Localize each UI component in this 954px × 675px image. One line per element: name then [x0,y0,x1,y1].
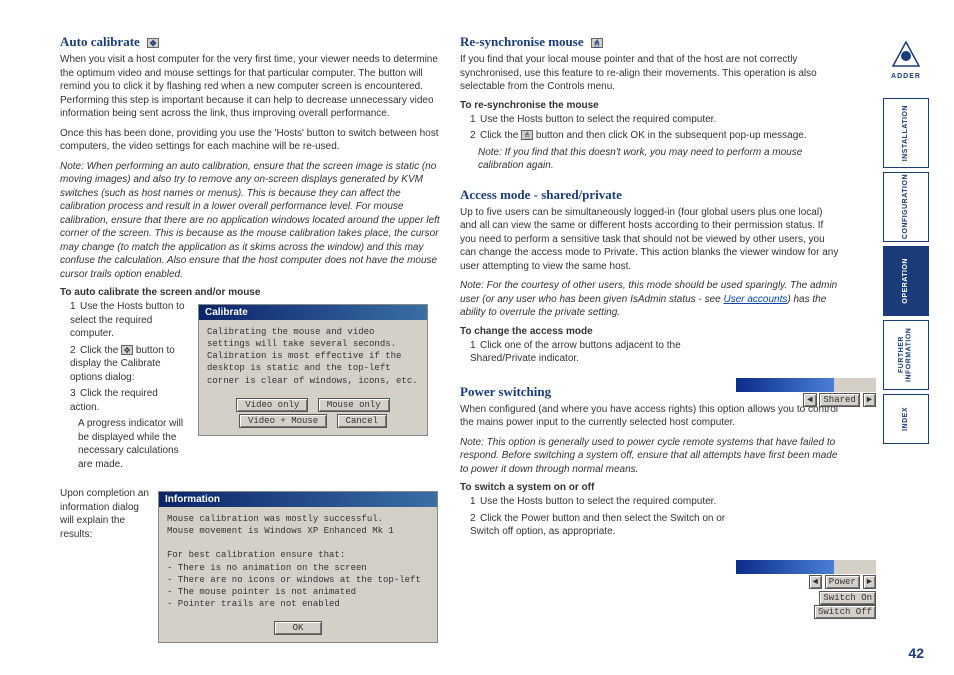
prev-arrow-button[interactable]: ◄ [809,575,822,589]
next-arrow-button[interactable]: ► [863,393,876,407]
resync-step-1: 1Use the Hosts button to select the requ… [470,113,840,127]
switch-off-button[interactable]: Switch Off [814,605,876,619]
mouse-icon: 🖰 [591,38,603,48]
subhead-switch-system: To switch a system on or off [460,482,840,493]
tab-further-information[interactable]: FURTHER INFORMATION [883,320,929,390]
page-number: 42 [908,645,924,661]
information-dialog: Information Mouse calibration was mostly… [158,491,438,643]
step-3: 3Click the required action. [70,387,190,414]
ribbon-decoration [736,560,876,574]
switch-on-button[interactable]: Switch On [819,591,876,605]
step-2: 2Click the ✥ button to display the Calib… [70,344,190,385]
shared-private-widget: ◄ Shared ► [803,393,876,407]
user-accounts-link[interactable]: User accounts [723,294,787,305]
power-step-1: 1Use the Hosts button to select the requ… [470,495,840,509]
power-indicator: Power [825,575,860,589]
next-arrow-button[interactable]: ► [863,575,876,589]
heading-access-mode: Access mode - shared/private [460,187,840,203]
access-mode-note: Note: For the courtesy of other users, t… [460,279,840,320]
video-mouse-button[interactable]: Video + Mouse [239,414,327,428]
heading-auto-calibrate: Auto calibrate ✥ [60,34,440,50]
access-step-1: 1Click one of the arrow buttons adjacent… [470,339,730,366]
tab-index[interactable]: INDEX [883,394,929,444]
power-widget: ◄ Power ► Switch On Switch Off [809,575,876,619]
left-column: Auto calibrate ✥ When you visit a host c… [60,30,460,647]
auto-calibrate-intro: When you visit a host computer for the v… [60,53,440,121]
heading-resync-mouse: Re-synchronise mouse 🖰 [460,34,840,50]
information-dialog-body: Mouse calibration was mostly successful.… [159,507,437,616]
calibrate-button-icon: ✥ [121,345,133,355]
tab-operation[interactable]: OPERATION [883,246,929,316]
power-step-2: 2Click the Power button and then select … [470,512,750,539]
auto-calibrate-reuse: Once this has been done, providing you u… [60,127,440,154]
completion-text: Upon completion an information dialog wi… [60,487,150,541]
calibrate-dialog-body: Calibrating the mouse and video settings… [199,320,427,393]
auto-calibrate-note: Note: When performing an auto calibratio… [60,160,440,282]
tab-configuration[interactable]: CONFIGURATION [883,172,929,242]
sidebar-tabs: ADDER INSTALLATION CONFIGURATION OPERATI… [882,40,930,448]
resync-note: Note: If you find that this doesn't work… [460,146,840,173]
mouse-only-button[interactable]: Mouse only [318,398,390,412]
access-mode-intro: Up to five users can be simultaneously l… [460,206,840,274]
resync-step-2: 2Click the 🖰 button and then click OK in… [470,129,840,143]
subhead-change-access-mode: To change the access mode [460,326,840,337]
ribbon-decoration [736,378,876,392]
power-intro: When configured (and where you have acce… [460,403,840,430]
calibrate-dialog-title: Calibrate [199,305,427,320]
video-only-button[interactable]: Video only [236,398,308,412]
power-note: Note: This option is generally used to p… [460,436,840,477]
subhead-to-auto-calibrate: To auto calibrate the screen and/or mous… [60,287,440,298]
calibrate-icon: ✥ [147,38,159,48]
cancel-button[interactable]: Cancel [337,414,387,428]
tab-installation[interactable]: INSTALLATION [883,98,929,168]
calibrate-dialog: Calibrate Calibrating the mouse and vide… [198,304,428,436]
resync-intro: If you find that your local mouse pointe… [460,53,840,94]
adder-logo: ADDER [889,40,923,80]
subhead-to-resync: To re-synchronise the mouse [460,100,840,111]
information-dialog-title: Information [159,492,437,507]
mouse-button-icon: 🖰 [521,130,533,140]
step-1: 1Use the Hosts button to select the requ… [70,300,190,341]
ok-button[interactable]: OK [274,621,323,635]
prev-arrow-button[interactable]: ◄ [803,393,816,407]
shared-indicator: Shared [819,393,859,407]
progress-note: A progress indicator will be displayed w… [60,417,190,471]
right-column: Re-synchronise mouse 🖰 If you find that … [460,30,860,647]
